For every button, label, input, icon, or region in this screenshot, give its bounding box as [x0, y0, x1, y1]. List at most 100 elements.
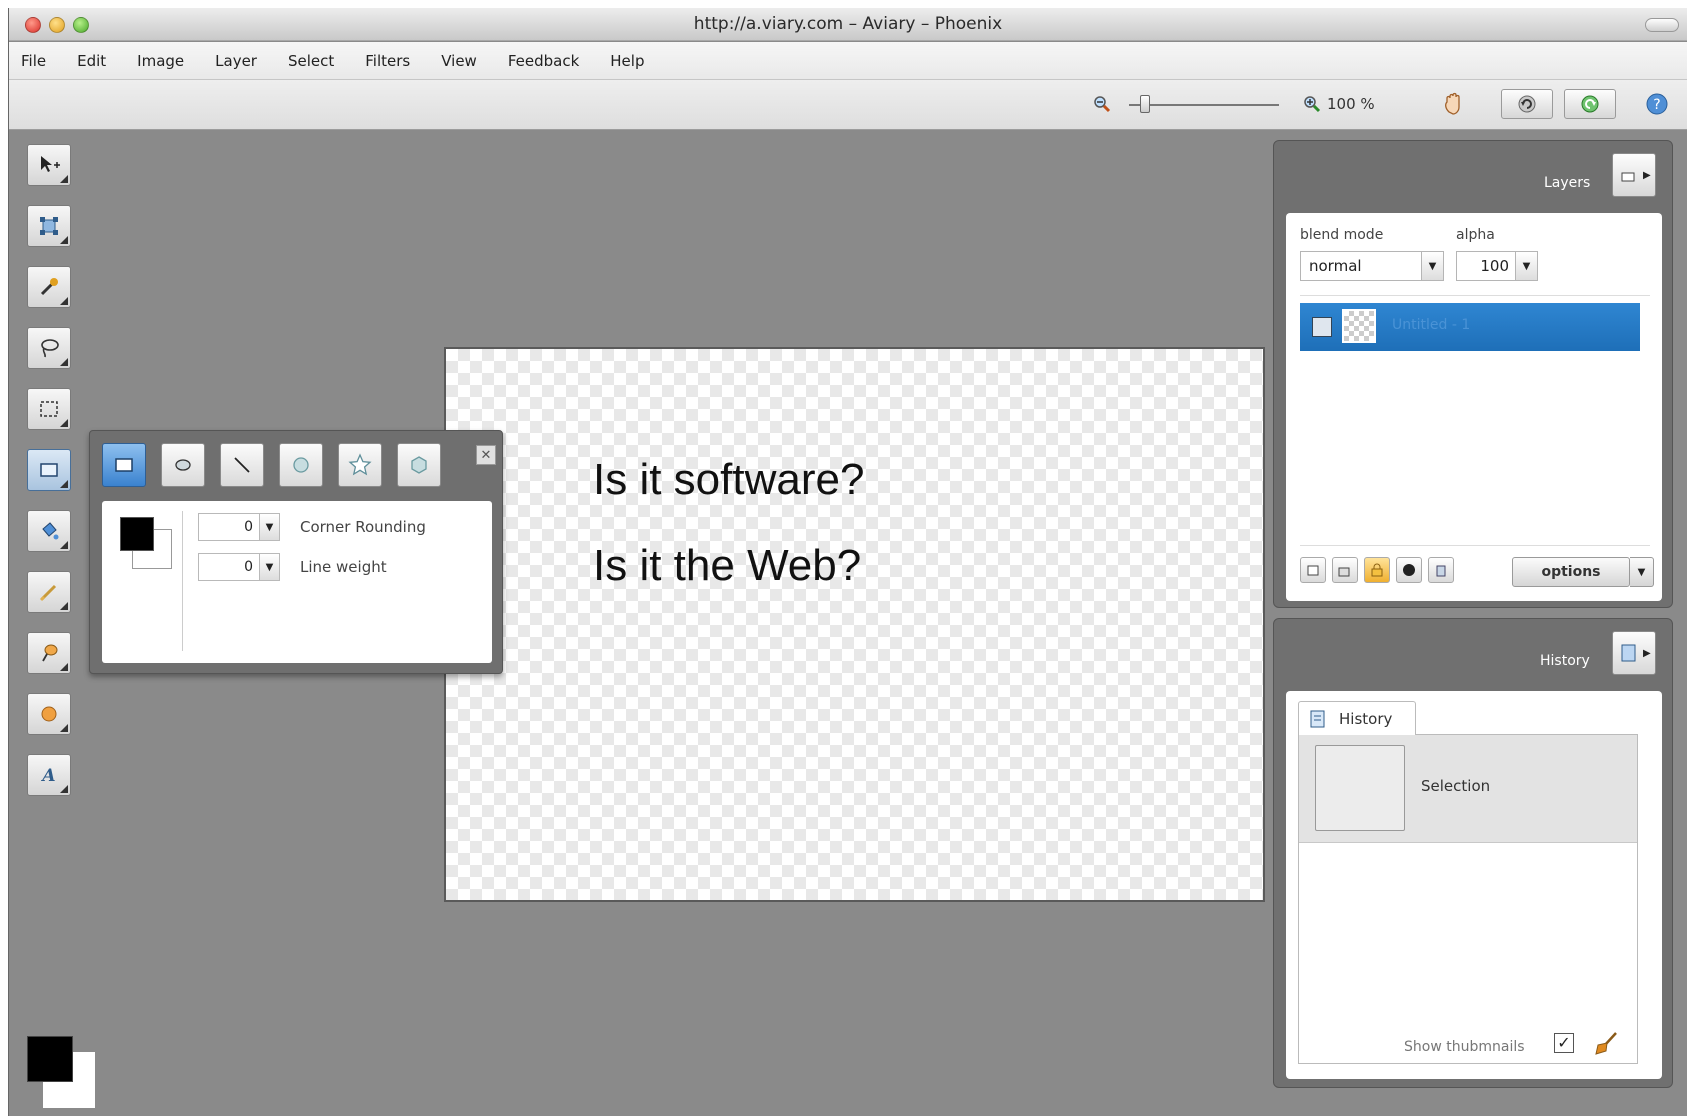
menu-select[interactable]: Select [288, 52, 334, 70]
history-icon [1621, 644, 1636, 662]
blend-mode-select[interactable]: normal ▼ [1300, 251, 1444, 281]
shape-options-panel: ✕ 0 ▼ Corner Rounding 0 ▼ Line weight [89, 430, 503, 674]
star-shape-button[interactable] [338, 443, 382, 487]
circle-shape-button[interactable] [279, 443, 323, 487]
corner-rounding-field[interactable]: 0 ▼ [198, 513, 280, 541]
chevron-down-icon[interactable]: ▼ [259, 514, 279, 540]
menu-view[interactable]: View [441, 52, 477, 70]
image-canvas[interactable]: Is it software? Is it the Web? [444, 347, 1265, 902]
corner-rounding-value[interactable]: 0 [199, 514, 259, 540]
chevron-right-icon: ▶ [1643, 647, 1651, 659]
foreground-color-swatch[interactable] [27, 1036, 73, 1082]
zoom-window-button[interactable] [73, 17, 89, 33]
chevron-right-icon: ▶ [1643, 169, 1651, 181]
blur-tool-button[interactable] [27, 693, 71, 735]
canvas-text-line-2[interactable]: Is it the Web? [593, 541, 861, 591]
clear-history-icon[interactable] [1592, 1031, 1620, 1057]
layer-visibility-icon[interactable] [1312, 317, 1332, 337]
layer-effects-button[interactable] [1396, 557, 1422, 583]
menu-filters[interactable]: Filters [365, 52, 410, 70]
divider [1300, 545, 1650, 546]
brush-tool-button[interactable] [27, 571, 71, 613]
layers-panel-toggle[interactable]: ▶ [1612, 153, 1656, 197]
history-entry[interactable]: Selection [1299, 735, 1637, 843]
ellipse-icon [175, 459, 191, 471]
shape-stroke-color-swatch[interactable] [120, 517, 154, 551]
zoom-slider-handle[interactable] [1140, 95, 1150, 113]
menu-file[interactable]: File [21, 52, 46, 70]
hand-tool-icon[interactable] [1440, 90, 1468, 118]
line-weight-field[interactable]: 0 ▼ [198, 553, 280, 581]
toolbar-toggle-button[interactable] [1645, 18, 1679, 32]
eraser-tool-button[interactable] [27, 632, 71, 674]
zoom-slider-track[interactable] [1129, 104, 1279, 106]
shape-tool-button[interactable] [27, 449, 71, 491]
tab-history[interactable]: History [1298, 701, 1416, 735]
layers-panel: Layers ▶ blend mode alpha normal ▼ 100 ▼… [1273, 140, 1673, 608]
move-tool-button[interactable] [27, 144, 71, 186]
show-thumbnails-label: Show thubmnails [1404, 1039, 1525, 1055]
layer-options-dropdown[interactable]: ▼ [1630, 557, 1654, 587]
menu-feedback[interactable]: Feedback [508, 52, 579, 70]
zoom-out-icon[interactable] [1092, 94, 1112, 114]
delete-layer-button[interactable] [1428, 557, 1454, 583]
chevron-down-icon[interactable]: ▼ [1421, 252, 1443, 280]
line-icon [234, 457, 250, 473]
blend-mode-value[interactable]: normal [1301, 252, 1421, 280]
marquee-select-tool-button[interactable] [27, 388, 71, 430]
menu-help[interactable]: Help [610, 52, 644, 70]
menu-bar: File Edit Image Layer Select Filters Vie… [9, 42, 1687, 80]
lasso-icon [41, 339, 59, 358]
menu-edit[interactable]: Edit [77, 52, 106, 70]
line-weight-value[interactable]: 0 [199, 554, 259, 580]
close-icon: ✕ [480, 447, 492, 463]
polygon-shape-button[interactable] [397, 443, 441, 487]
new-layer-button[interactable] [1300, 557, 1326, 583]
help-icon[interactable]: ? [1645, 92, 1669, 116]
show-thumbnails-checkbox[interactable]: ✓ [1554, 1033, 1574, 1053]
alpha-field[interactable]: 100 ▼ [1456, 251, 1538, 281]
layer-name[interactable]: Untitled - 1 [1392, 317, 1470, 333]
alpha-value[interactable]: 100 [1457, 252, 1515, 280]
layer-row[interactable]: Untitled - 1 [1300, 303, 1640, 351]
options-divider [182, 511, 183, 651]
svg-text:?: ? [1653, 97, 1660, 113]
history-panel: History ▶ History Selection Show thubmna… [1273, 618, 1673, 1088]
star-icon [348, 453, 372, 476]
chevron-down-icon[interactable]: ▼ [259, 554, 279, 580]
marquee-icon [40, 401, 58, 417]
lock-layer-button[interactable] [1364, 557, 1390, 583]
ellipse-shape-button[interactable] [161, 443, 205, 487]
redo-button[interactable] [1564, 89, 1616, 119]
shape-options-body: 0 ▼ Corner Rounding 0 ▼ Line weight [102, 501, 492, 663]
history-list: Selection [1298, 734, 1638, 1064]
lasso-tool-button[interactable] [27, 327, 71, 369]
move-arrow-icon [41, 156, 60, 172]
duplicate-layer-button[interactable] [1332, 557, 1358, 583]
layer-actions [1300, 557, 1470, 583]
text-tool-button[interactable]: A [27, 754, 71, 796]
canvas-text-line-1[interactable]: Is it software? [593, 455, 864, 505]
rectangle-icon [115, 458, 133, 472]
layer-options-button[interactable]: options [1512, 557, 1630, 587]
history-panel-toggle[interactable]: ▶ [1612, 631, 1656, 675]
eyedropper-icon [40, 278, 58, 296]
close-panel-button[interactable]: ✕ [476, 445, 496, 465]
undo-button[interactable] [1501, 89, 1553, 119]
chevron-down-icon[interactable]: ▼ [1515, 252, 1537, 280]
close-window-button[interactable] [25, 17, 41, 33]
circle-icon [293, 457, 309, 473]
redo-icon [1581, 95, 1599, 113]
line-weight-label: Line weight [300, 558, 387, 576]
color-picker-tool-button[interactable] [27, 266, 71, 308]
minimize-window-button[interactable] [49, 17, 65, 33]
window-controls [25, 17, 89, 33]
fill-tool-button[interactable] [27, 510, 71, 552]
rectangle-shape-button[interactable] [102, 443, 146, 487]
lock-icon [1371, 563, 1383, 577]
menu-image[interactable]: Image [137, 52, 184, 70]
line-shape-button[interactable] [220, 443, 264, 487]
zoom-in-icon[interactable] [1302, 94, 1322, 114]
transform-tool-button[interactable] [27, 205, 71, 247]
menu-layer[interactable]: Layer [215, 52, 257, 70]
